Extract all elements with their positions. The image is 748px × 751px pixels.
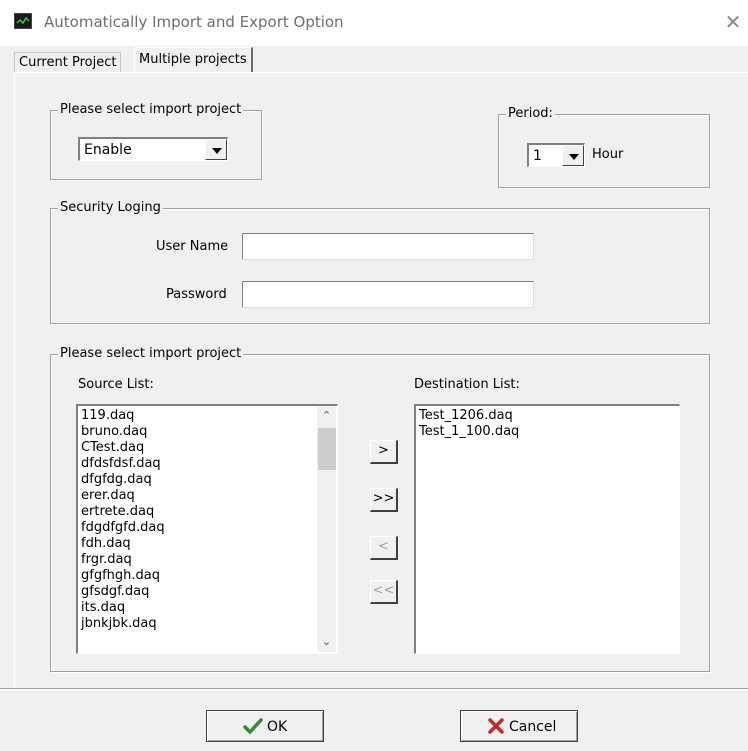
username-label: User Name <box>156 239 229 254</box>
window-title: Automatically Import and Export Option <box>44 13 344 31</box>
list-item[interactable]: dfdsfdsf.daq <box>78 456 337 472</box>
cancel-button[interactable]: Cancel <box>460 710 578 742</box>
period-unit-label: Hour <box>592 147 624 162</box>
tab-current-project[interactable]: Current Project <box>14 52 122 73</box>
list-item[interactable]: jbnkjbk.daq <box>78 616 337 632</box>
period-select[interactable]: 1 <box>527 143 585 167</box>
chevron-up-icon[interactable]: ⌃ <box>317 406 336 426</box>
list-item[interactable]: Test_1206.daq <box>416 408 679 424</box>
security-legend: Security Loging <box>58 200 163 215</box>
chevron-down-icon[interactable] <box>205 139 227 160</box>
list-item[interactable]: gfsdgf.daq <box>78 584 337 600</box>
list-item[interactable]: fdh.daq <box>78 536 337 552</box>
add-all-button[interactable]: >> <box>370 488 398 512</box>
period-value: 1 <box>533 148 542 164</box>
remove-button[interactable]: < <box>370 536 398 560</box>
list-item[interactable]: erer.daq <box>78 488 337 504</box>
list-item[interactable]: CTest.daq <box>78 440 337 456</box>
period-legend: Period: <box>506 106 555 121</box>
source-scrollbar[interactable]: ⌃ ⌄ <box>317 406 336 652</box>
import-enable-value: Enable <box>84 142 132 158</box>
list-item[interactable]: ertrete.daq <box>78 504 337 520</box>
list-item[interactable]: bruno.daq <box>78 424 337 440</box>
tab-multiple-projects[interactable]: Multiple projects <box>134 47 253 73</box>
ok-button[interactable]: OK <box>206 710 324 742</box>
list-item[interactable]: dfgfdg.daq <box>78 472 337 488</box>
scroll-thumb[interactable] <box>318 428 336 470</box>
ok-label: OK <box>267 719 288 735</box>
title-bar: Automatically Import and Export Option ✕ <box>0 0 748 46</box>
cancel-label: Cancel <box>509 719 557 735</box>
import-enable-select[interactable]: Enable <box>78 137 228 161</box>
red-x-icon <box>487 717 505 739</box>
chart-monitor-icon <box>14 13 32 29</box>
close-icon[interactable]: ✕ <box>722 11 744 33</box>
chevron-down-icon[interactable] <box>562 145 584 166</box>
import-enable-legend: Please select import project <box>58 102 244 117</box>
list-item[interactable]: its.daq <box>78 600 337 616</box>
password-label: Password <box>166 287 227 302</box>
list-item[interactable]: 119.daq <box>78 408 337 424</box>
chevron-down-icon[interactable]: ⌄ <box>317 632 336 652</box>
list-item[interactable]: Test_1_100.daq <box>416 424 679 440</box>
add-button[interactable]: > <box>370 440 398 464</box>
username-field[interactable] <box>242 233 534 260</box>
list-item[interactable]: frgr.daq <box>78 552 337 568</box>
destination-list[interactable]: Test_1206.daq Test_1_100.daq <box>414 404 680 654</box>
footer-separator <box>0 688 748 690</box>
list-item[interactable]: gfgfhgh.daq <box>78 568 337 584</box>
source-list-label: Source List: <box>78 377 154 392</box>
source-list[interactable]: 119.daq bruno.daq CTest.daq dfdsfdsf.daq… <box>76 404 338 654</box>
checkmark-icon <box>243 717 263 739</box>
remove-all-button[interactable]: << <box>370 580 398 604</box>
list-item[interactable]: fdgdfgfd.daq <box>78 520 337 536</box>
project-select-legend: Please select import project <box>58 346 244 361</box>
destination-list-label: Destination List: <box>414 377 520 392</box>
password-field[interactable] <box>242 281 534 308</box>
